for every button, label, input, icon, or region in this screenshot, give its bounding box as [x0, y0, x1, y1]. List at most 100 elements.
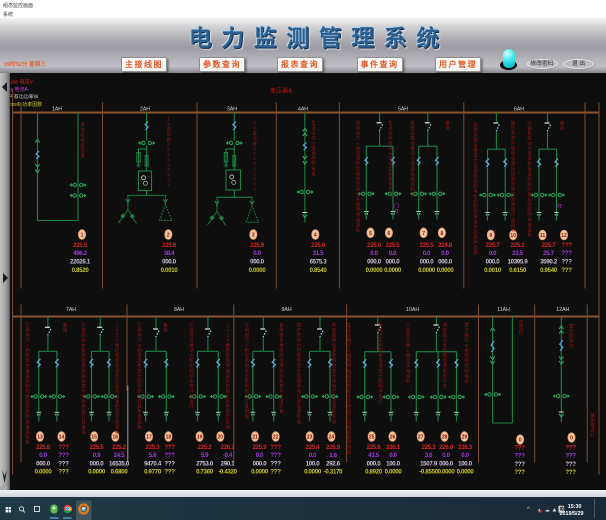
svg-text:室: 室: [527, 195, 532, 201]
svg-text:0: 0: [570, 435, 573, 441]
svg-text:空: 空: [527, 119, 531, 125]
svg-text:4AH: 4AH: [298, 106, 308, 112]
svg-text:100.0: 100.0: [386, 460, 401, 467]
svg-text:0: 0: [519, 437, 522, 443]
svg-text:0.9770: 0.9770: [144, 468, 162, 475]
svg-text:28: 28: [442, 434, 448, 440]
svg-text:226.1: 226.1: [386, 443, 401, 450]
svg-text:000.0: 000.0: [36, 460, 51, 467]
svg-text:226.0: 226.0: [439, 443, 454, 450]
svg-text:100.0: 100.0: [458, 460, 473, 467]
svg-text:电: 电: [115, 428, 120, 434]
svg-text:000.0: 000.0: [438, 258, 453, 265]
svg-text:000.0: 000.0: [367, 258, 382, 265]
svg-text:组: 组: [527, 134, 532, 140]
svg-text:225.6: 225.6: [311, 241, 326, 248]
svg-text:电: 电: [189, 397, 194, 403]
svg-text:灯: 灯: [590, 431, 595, 438]
svg-text:电: 电: [527, 149, 532, 155]
svg-text:0.8540: 0.8540: [310, 266, 328, 273]
svg-text:12: 12: [561, 233, 567, 239]
svg-text:226.9: 226.9: [326, 443, 341, 450]
svg-text:空: 空: [406, 357, 410, 363]
svg-text:用: 用: [63, 327, 67, 333]
svg-text:室: 室: [245, 367, 250, 373]
svg-text:竖: 竖: [356, 119, 361, 125]
svg-text:室: 室: [137, 367, 142, 373]
svg-text:水: 水: [378, 331, 383, 337]
svg-text:电: 电: [511, 206, 516, 212]
svg-text:Uab 电压V: Uab 电压V: [9, 78, 34, 85]
svg-text:电: 电: [527, 221, 532, 227]
svg-text:292.6: 292.6: [326, 460, 341, 467]
svg-text:19: 19: [197, 434, 203, 440]
svg-text:电: 电: [347, 408, 352, 414]
svg-text:电: 电: [443, 357, 448, 363]
svg-text:???: ???: [270, 443, 281, 450]
svg-text:0.0000: 0.0000: [35, 468, 53, 475]
svg-text:27: 27: [418, 434, 424, 440]
svg-text:明: 明: [332, 419, 336, 425]
svg-text:225.2: 225.2: [511, 241, 526, 248]
svg-text:-0.8550: -0.8550: [419, 468, 438, 475]
svg-text:0.0: 0.0: [309, 452, 317, 459]
svg-text:0.0000: 0.0000: [384, 266, 402, 273]
svg-text:31.5: 31.5: [313, 250, 325, 257]
svg-text:18: 18: [166, 434, 172, 440]
svg-text:???: ???: [270, 452, 281, 459]
svg-text:10395.9: 10395.9: [508, 258, 529, 265]
svg-text:电: 电: [81, 357, 86, 363]
svg-text:3.6: 3.6: [425, 452, 433, 459]
svg-text:堂: 堂: [279, 326, 284, 332]
svg-text:???: ???: [565, 452, 576, 459]
svg-text:43.5: 43.5: [368, 452, 380, 459]
svg-text:???: ???: [561, 241, 572, 248]
svg-text:电: 电: [527, 165, 532, 171]
svg-text:25.7: 25.7: [543, 250, 555, 257]
svg-text:17: 17: [146, 434, 152, 440]
svg-text:电: 电: [297, 387, 302, 393]
svg-text:0.0: 0.0: [461, 452, 469, 459]
svg-text:生: 生: [347, 321, 352, 327]
svg-text:13: 13: [37, 434, 43, 440]
svg-text:???: ???: [514, 468, 525, 475]
svg-text:用: 用: [560, 125, 564, 131]
svg-text:225.6: 225.6: [367, 443, 382, 450]
svg-text:???: ???: [565, 468, 576, 475]
svg-text:000.0: 000.0: [439, 460, 454, 467]
svg-text:柜: 柜: [356, 226, 361, 233]
svg-text:-0.4320: -0.4320: [218, 468, 237, 475]
svg-text:225.5: 225.5: [386, 241, 401, 248]
svg-text:225.6: 225.6: [367, 241, 382, 248]
svg-text:电: 电: [347, 448, 352, 454]
svg-text:室: 室: [115, 372, 120, 378]
svg-text:7AH: 7AH: [66, 307, 76, 313]
svg-text:0.0000: 0.0000: [385, 468, 403, 475]
svg-text:电: 电: [311, 170, 316, 176]
svg-text:室: 室: [297, 362, 302, 368]
svg-text:???: ???: [270, 460, 281, 467]
svg-text:室: 室: [511, 180, 516, 186]
svg-text:0.0: 0.0: [441, 250, 449, 257]
svg-text:???: ???: [270, 468, 281, 475]
svg-text:电: 电: [347, 423, 352, 429]
svg-text:生: 生: [311, 119, 316, 125]
svg-text:电: 电: [332, 341, 337, 347]
svg-text:灯: 灯: [519, 329, 524, 336]
svg-text:0.6150: 0.6150: [509, 266, 527, 273]
svg-text:温: 温: [80, 151, 85, 158]
svg-text:10: 10: [510, 233, 516, 239]
svg-text:16: 16: [113, 434, 119, 440]
svg-text:???: ???: [561, 266, 572, 273]
svg-text:???: ???: [58, 443, 69, 450]
svg-text:源: 源: [464, 377, 469, 384]
svg-text:8AH: 8AH: [174, 307, 184, 313]
svg-text:电: 电: [410, 160, 415, 166]
svg-text:电: 电: [473, 187, 478, 193]
svg-text:5: 5: [369, 231, 372, 237]
svg-text:电: 电: [356, 216, 361, 222]
svg-text:室: 室: [347, 392, 352, 398]
svg-text:室: 室: [115, 357, 120, 363]
svg-text:14: 14: [59, 434, 65, 440]
svg-text:P 有功功率W: P 有功功率W: [9, 93, 39, 100]
